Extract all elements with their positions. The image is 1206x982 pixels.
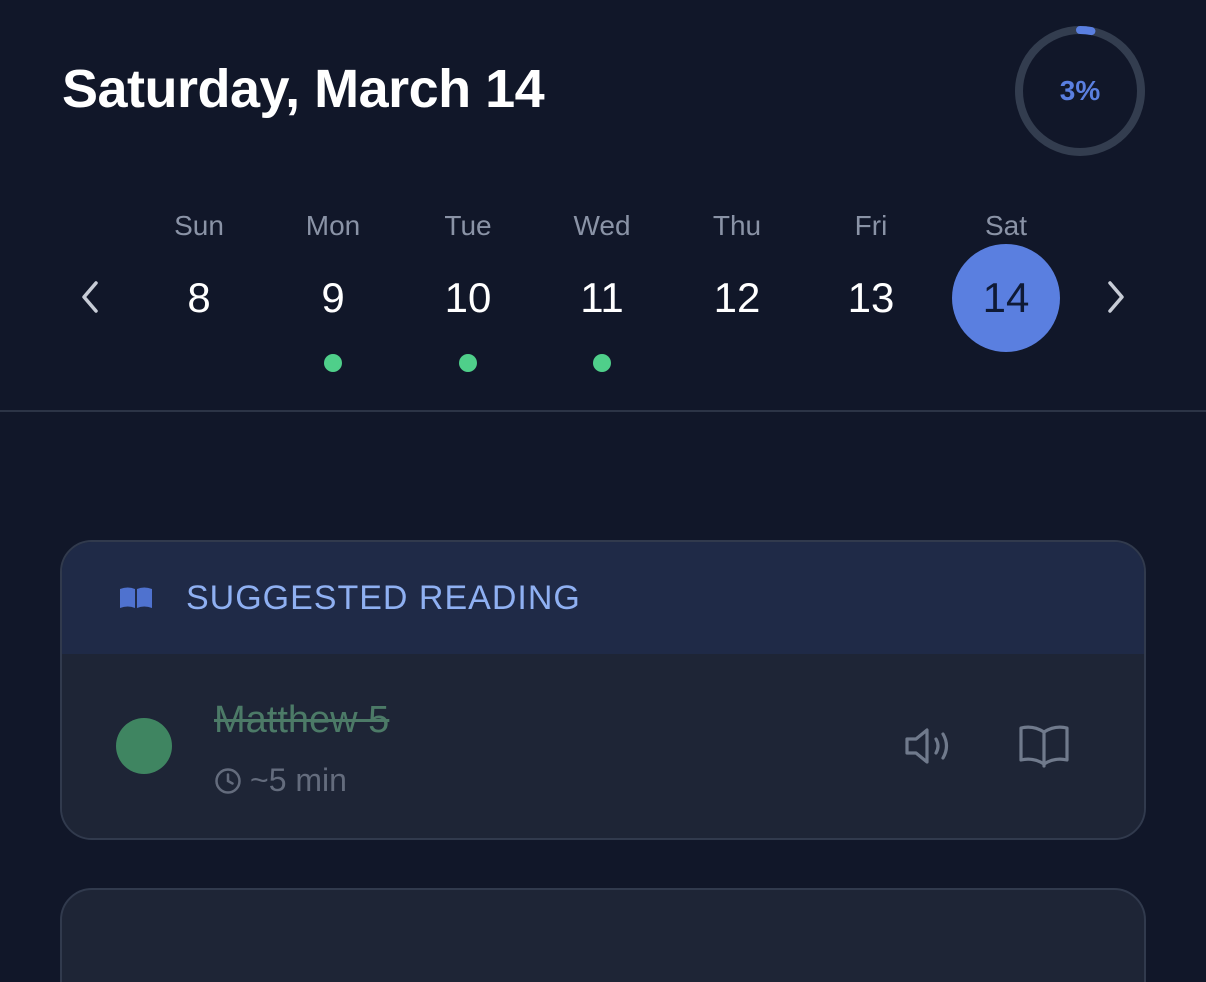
day-number: 12 (713, 274, 761, 321)
day-of-week-label: Sat (984, 210, 1028, 241)
day-of-week-label: Fri (854, 210, 888, 241)
header-divider (0, 410, 1206, 412)
day-sat[interactable]: Sat 14 (951, 206, 1061, 396)
progress-percent: 3% (1059, 75, 1101, 106)
day-of-week-label: Thu (712, 210, 762, 241)
day-number: 9 (321, 274, 345, 321)
day-number: 10 (444, 274, 492, 321)
day-fri[interactable]: Fri 13 (816, 206, 926, 396)
book-outline-icon (1019, 725, 1069, 768)
day-of-week-label: Mon (305, 210, 361, 241)
day-thu[interactable]: Thu 12 (682, 206, 792, 396)
day-tue[interactable]: Tue 10 (413, 206, 523, 396)
listen-button[interactable] (900, 718, 960, 774)
selected-day-number: 14 (952, 244, 1060, 352)
open-book-icon (120, 587, 152, 608)
completion-toggle[interactable] (116, 718, 172, 774)
day-mon[interactable]: Mon 9 (278, 206, 388, 396)
completed-dot (324, 354, 342, 372)
read-button[interactable] (1014, 718, 1074, 774)
previous-week-button[interactable] (70, 276, 110, 318)
day-of-week-label: Tue (444, 210, 492, 241)
day-of-week-label: Sun (174, 210, 224, 241)
day-number: 13 (847, 274, 895, 321)
reading-duration: ~5 min (214, 762, 347, 799)
day-of-week-label: Wed (573, 210, 631, 241)
next-card (60, 888, 1146, 982)
suggested-reading-label: SUGGESTED READING (186, 578, 581, 617)
day-number: 8 (187, 274, 211, 321)
day-sun[interactable]: Sun 8 (144, 206, 254, 396)
chevron-right-icon (1108, 281, 1124, 313)
reading-title: Matthew 5 (214, 699, 390, 741)
suggested-reading-card: SUGGESTED READING Matthew 5 ~5 min (60, 540, 1146, 840)
completed-dot (593, 354, 611, 372)
daily-progress-ring: 3% (1012, 23, 1148, 159)
next-week-button[interactable] (1096, 276, 1136, 318)
duration-text: ~5 min (250, 762, 347, 798)
day-number: 11 (580, 274, 624, 321)
today-screen: Saturday, March 14 3% Sun 8 Mon 9 Tue 10 Wed 11… (0, 0, 1206, 982)
speaker-icon (905, 728, 949, 764)
clock-icon (215, 767, 241, 794)
day-wed[interactable]: Wed 11 (547, 206, 657, 396)
completed-dot (459, 354, 477, 372)
suggested-reading-header: SUGGESTED READING (62, 542, 1144, 654)
chevron-left-icon (82, 281, 98, 313)
reading-item[interactable]: Matthew 5 ~5 min (62, 654, 1144, 838)
page-title: Saturday, March 14 (62, 59, 545, 119)
